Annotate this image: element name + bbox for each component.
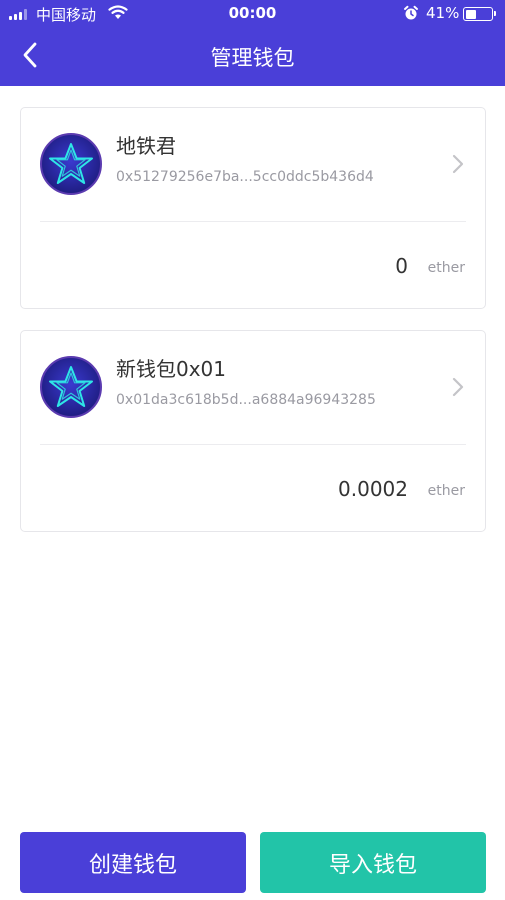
wallet-balance: 0 xyxy=(395,254,408,278)
wallet-address: 0x01da3c618b5d...a6884a96943285 xyxy=(116,392,376,408)
app-header: 中国移动 00:00 41% 管理钱包 xyxy=(0,0,505,86)
wallet-card[interactable]: 地铁君 0x51279256e7ba...5cc0ddc5b436d4 0 et… xyxy=(20,107,486,309)
chevron-right-icon xyxy=(452,377,464,397)
wallet-unit: ether xyxy=(427,483,465,499)
wallet-card[interactable]: 新钱包0x01 0x01da3c618b5d...a6884a96943285 … xyxy=(20,330,486,532)
status-bar: 中国移动 00:00 41% xyxy=(0,0,505,28)
battery-percent: 41% xyxy=(426,4,460,22)
chevron-right-icon xyxy=(452,154,464,174)
import-wallet-button[interactable]: 导入钱包 xyxy=(260,832,486,893)
card-divider xyxy=(40,444,466,445)
create-wallet-button[interactable]: 创建钱包 xyxy=(20,832,246,893)
wallet-name: 地铁君 xyxy=(116,134,176,158)
wallet-unit: ether xyxy=(427,260,465,276)
alarm-icon xyxy=(404,5,418,20)
wallet-address: 0x51279256e7ba...5cc0ddc5b436d4 xyxy=(116,169,374,185)
wallet-avatar-star-icon xyxy=(40,356,102,418)
wallet-balance: 0.0002 xyxy=(338,477,408,501)
wallet-avatar-star-icon xyxy=(40,133,102,195)
page-title: 管理钱包 xyxy=(210,46,295,70)
battery-fill xyxy=(465,9,476,19)
battery-icon xyxy=(463,7,496,21)
card-divider xyxy=(40,221,466,222)
wallet-name: 新钱包0x01 xyxy=(116,357,227,381)
